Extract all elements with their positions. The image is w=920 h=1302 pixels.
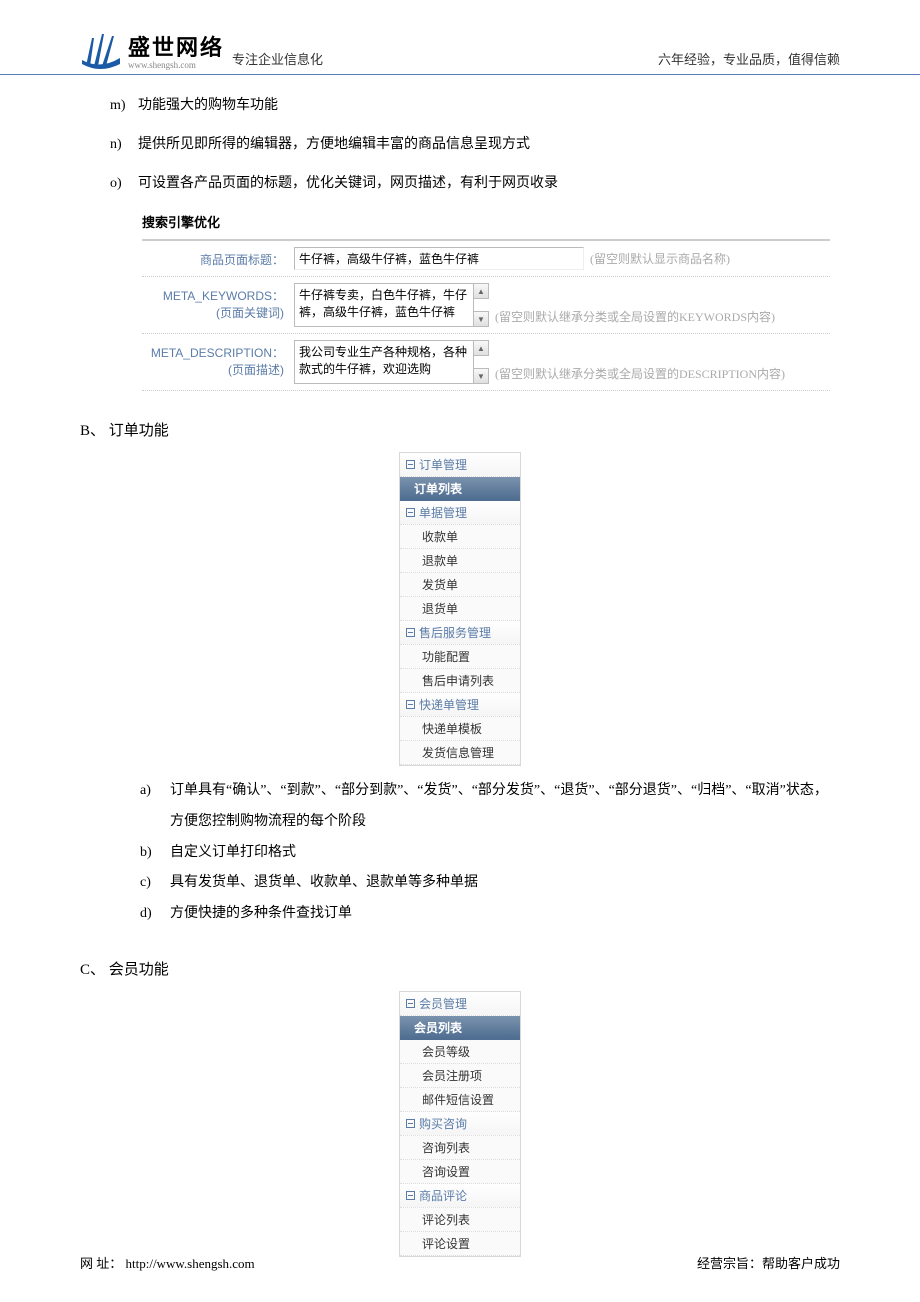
list-marker: b) [140, 838, 170, 869]
feature-list-top: m)功能强大的购物车功能 n)提供所见即所得的编辑器，方便地编辑丰富的商品信息呈… [110, 95, 840, 194]
logo-name-cn: 盛世网络 [128, 30, 224, 62]
member-menu-panel: 会员管理会员列表会员等级会员注册项邮件短信设置购买咨询咨询列表咨询设置商品评论评… [399, 991, 521, 1257]
menu-group-label: 单据管理 [419, 504, 467, 521]
seo-label: META_KEYWORDS：(页面关键词) [142, 283, 294, 321]
textarea-scroll: ▲ ▼ [473, 283, 489, 327]
menu-group[interactable]: 会员管理 [400, 992, 520, 1016]
menu-item[interactable]: 订单列表 [400, 477, 520, 501]
seo-hint: (留空则默认继承分类或全局设置的KEYWORDS内容) [495, 308, 775, 327]
seo-row-keywords: META_KEYWORDS：(页面关键词) ▲ ▼ (留空则默认继承分类或全局设… [142, 277, 830, 334]
list-text: 提供所见即所得的编辑器，方便地编辑丰富的商品信息呈现方式 [138, 134, 840, 155]
menu-item[interactable]: 咨询列表 [400, 1136, 520, 1160]
menu-item[interactable]: 发货单 [400, 573, 520, 597]
seo-label: 商品页面标题： [142, 247, 294, 268]
menu-item[interactable]: 退款单 [400, 549, 520, 573]
list-text: 方便快捷的多种条件查找订单 [170, 899, 840, 930]
menu-item[interactable]: 快递单模板 [400, 717, 520, 741]
logo: 盛世网络 www.shengsh.com [80, 30, 224, 70]
menu-group-label: 售后服务管理 [419, 624, 491, 641]
menu-item[interactable]: 发货信息管理 [400, 741, 520, 765]
list-text: 功能强大的购物车功能 [138, 95, 840, 116]
seo-description-textarea[interactable] [294, 340, 474, 384]
seo-hint: (留空则默认显示商品名称) [590, 250, 730, 267]
menu-group[interactable]: 商品评论 [400, 1184, 520, 1208]
list-text: 自定义订单打印格式 [170, 838, 840, 869]
list-item: c)具有发货单、退货单、收款单、退款单等多种单据 [140, 868, 840, 899]
menu-item[interactable]: 会员等级 [400, 1040, 520, 1064]
menu-group-label: 会员管理 [419, 995, 467, 1012]
section-b-heading: B、 订单功能 [80, 419, 840, 440]
logo-text: 盛世网络 www.shengsh.com [128, 30, 224, 70]
footer-url: 网 址： http://www.shengsh.com [80, 1253, 255, 1272]
footer-motto: 经营宗旨：帮助客户成功 [697, 1253, 840, 1272]
list-item: d)方便快捷的多种条件查找订单 [140, 899, 840, 930]
list-text: 具有发货单、退货单、收款单、退款单等多种单据 [170, 868, 840, 899]
list-marker: o) [110, 173, 138, 194]
menu-item[interactable]: 收款单 [400, 525, 520, 549]
collapse-icon [406, 1119, 415, 1128]
section-b-list: a)订单具有“确认”、“到款”、“部分到款”、“发货”、“部分发货”、“退货”、… [140, 776, 840, 930]
menu-group-label: 快递单管理 [419, 696, 479, 713]
menu-group[interactable]: 订单管理 [400, 453, 520, 477]
order-menu-panel: 订单管理订单列表单据管理收款单退款单发货单退货单售后服务管理功能配置售后申请列表… [399, 452, 521, 766]
textarea-scroll: ▲ ▼ [473, 340, 489, 384]
menu-item[interactable]: 评论列表 [400, 1208, 520, 1232]
section-c-heading: C、 会员功能 [80, 958, 840, 979]
list-text: 订单具有“确认”、“到款”、“部分到款”、“发货”、“部分发货”、“退货”、“部… [170, 776, 840, 838]
page-footer: 网 址： http://www.shengsh.com 经营宗旨：帮助客户成功 [80, 1253, 840, 1272]
menu-item[interactable]: 邮件短信设置 [400, 1088, 520, 1112]
seo-keywords-textarea[interactable] [294, 283, 474, 327]
seo-title-input[interactable] [294, 247, 584, 270]
menu-group-label: 订单管理 [419, 456, 467, 473]
scroll-down-icon[interactable]: ▼ [473, 311, 489, 327]
collapse-icon [406, 460, 415, 469]
scroll-up-icon[interactable]: ▲ [473, 283, 489, 299]
collapse-icon [406, 700, 415, 709]
menu-group[interactable]: 购买咨询 [400, 1112, 520, 1136]
menu-item[interactable]: 会员注册项 [400, 1064, 520, 1088]
menu-group-label: 商品评论 [419, 1187, 467, 1204]
collapse-icon [406, 999, 415, 1008]
tagline-left: 专注企业信息化 [232, 49, 323, 70]
menu-group[interactable]: 单据管理 [400, 501, 520, 525]
list-text: 可设置各产品页面的标题，优化关键词，网页描述，有利于网页收录 [138, 173, 840, 194]
list-marker: n) [110, 134, 138, 155]
list-item: m)功能强大的购物车功能 [110, 95, 840, 116]
list-item: a)订单具有“确认”、“到款”、“部分到款”、“发货”、“部分发货”、“退货”、… [140, 776, 840, 838]
list-marker: a) [140, 776, 170, 838]
page-header: 盛世网络 www.shengsh.com 专注企业信息化 六年经验，专业品质，值… [0, 0, 920, 75]
seo-label: META_DESCRIPTION：(页面描述) [142, 340, 294, 378]
seo-hint: (留空则默认继承分类或全局设置的DESCRIPTION内容) [495, 365, 785, 384]
list-item: b)自定义订单打印格式 [140, 838, 840, 869]
menu-group-label: 购买咨询 [419, 1115, 467, 1132]
list-marker: c) [140, 868, 170, 899]
scroll-down-icon[interactable]: ▼ [473, 368, 489, 384]
scroll-up-icon[interactable]: ▲ [473, 340, 489, 356]
menu-group[interactable]: 售后服务管理 [400, 621, 520, 645]
menu-item[interactable]: 咨询设置 [400, 1160, 520, 1184]
collapse-icon [406, 628, 415, 637]
list-marker: d) [140, 899, 170, 930]
list-item: o)可设置各产品页面的标题，优化关键词，网页描述，有利于网页收录 [110, 173, 840, 194]
menu-item[interactable]: 功能配置 [400, 645, 520, 669]
list-item: n)提供所见即所得的编辑器，方便地编辑丰富的商品信息呈现方式 [110, 134, 840, 155]
menu-item[interactable]: 会员列表 [400, 1016, 520, 1040]
page-body: m)功能强大的购物车功能 n)提供所见即所得的编辑器，方便地编辑丰富的商品信息呈… [0, 75, 920, 1257]
seo-row-description: META_DESCRIPTION：(页面描述) ▲ ▼ (留空则默认继承分类或全… [142, 334, 830, 391]
menu-item[interactable]: 退货单 [400, 597, 520, 621]
logo-icon [80, 30, 122, 70]
seo-row-title: 商品页面标题： (留空则默认显示商品名称) [142, 241, 830, 277]
collapse-icon [406, 1191, 415, 1200]
menu-group[interactable]: 快递单管理 [400, 693, 520, 717]
tagline-right: 六年经验，专业品质，值得信赖 [658, 49, 840, 70]
collapse-icon [406, 508, 415, 517]
seo-heading: 搜索引擎优化 [142, 212, 840, 231]
list-marker: m) [110, 95, 138, 116]
menu-item[interactable]: 售后申请列表 [400, 669, 520, 693]
seo-table: 商品页面标题： (留空则默认显示商品名称) META_KEYWORDS：(页面关… [142, 239, 830, 391]
